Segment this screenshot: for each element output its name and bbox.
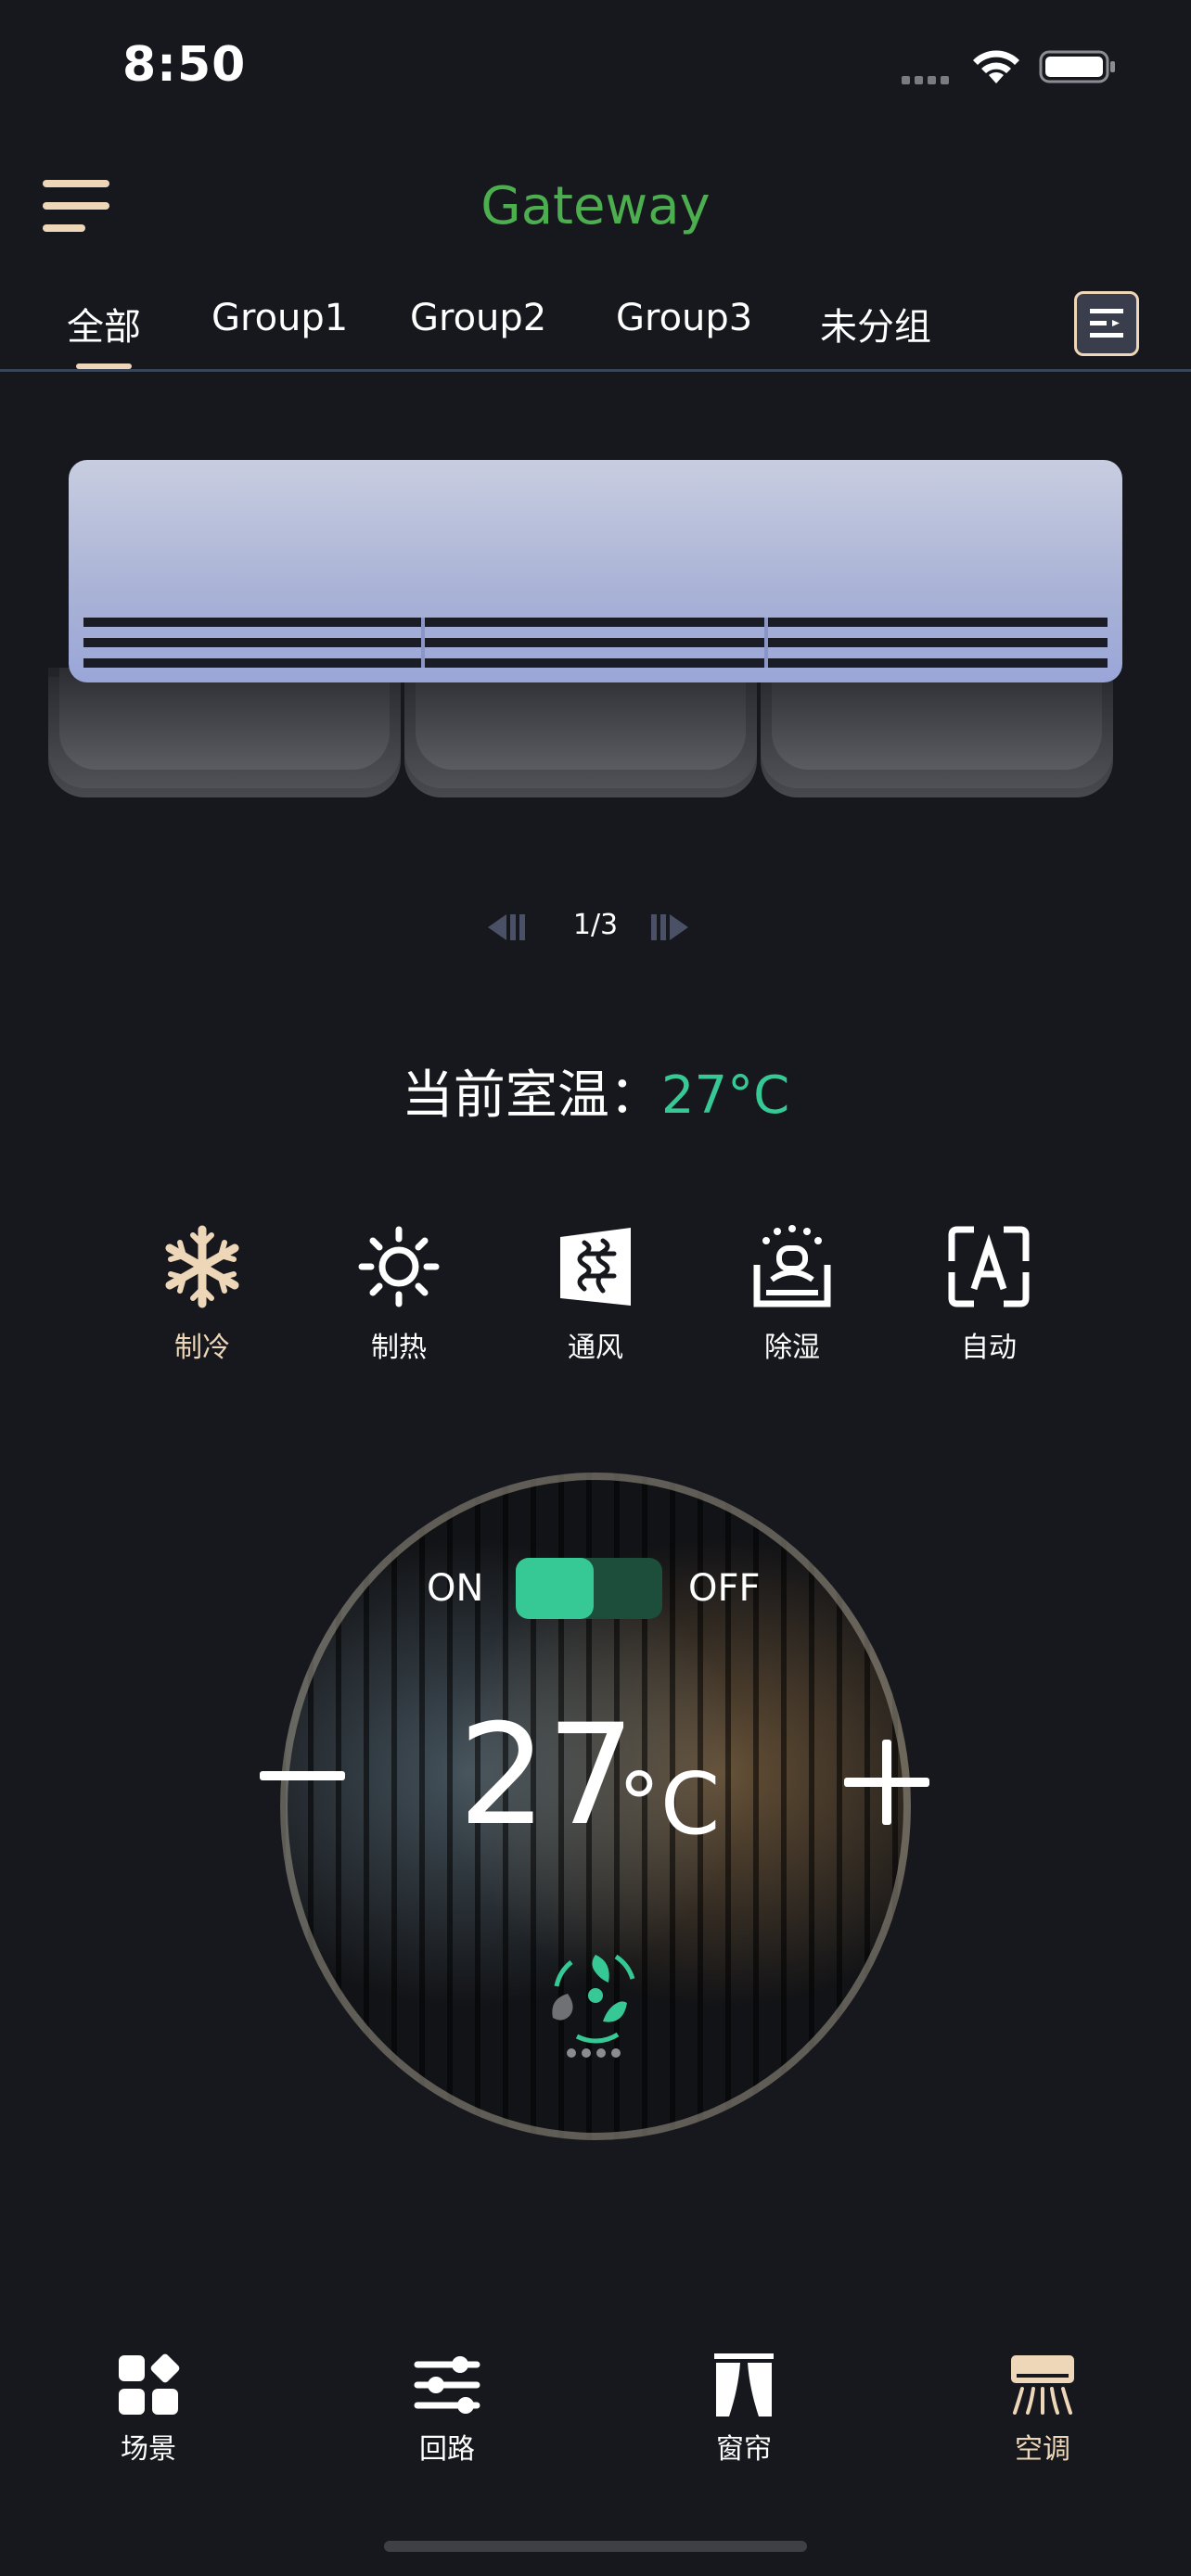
circuit-icon — [414, 2356, 480, 2414]
mode-dry[interactable]: 除湿 — [727, 1224, 857, 1365]
air-conditioner-icon — [1011, 2355, 1074, 2415]
ac-airflow-left — [48, 668, 401, 807]
scene-icon — [119, 2353, 180, 2415]
status-time: 8:50 — [122, 37, 247, 93]
mode-auto-label: 自动 — [961, 1332, 1017, 1364]
dehumidify-icon — [753, 1225, 831, 1307]
battery-icon — [1039, 50, 1115, 83]
wifi-icon — [973, 50, 1019, 83]
home-indicator[interactable] — [384, 2541, 807, 2552]
tab-all[interactable]: 全部 — [67, 297, 141, 369]
next-page-button[interactable] — [649, 911, 705, 944]
mode-dry-label: 除湿 — [764, 1332, 820, 1364]
nav-curtain-label: 窗帘 — [716, 2433, 772, 2466]
room-temp-value: 27°C — [660, 1065, 790, 1126]
mode-cool-label: 制冷 — [174, 1332, 230, 1364]
sun-icon — [358, 1226, 440, 1307]
mode-fan[interactable]: 通风 — [531, 1224, 660, 1365]
tab-group1[interactable]: Group1 — [211, 297, 348, 339]
nav-circuit-label: 回路 — [419, 2433, 475, 2466]
nav-scene-label: 场景 — [121, 2433, 176, 2466]
ac-airflow-right — [761, 668, 1113, 807]
power-on-label: ON — [427, 1567, 484, 1610]
room-temp-label: 当前室温： — [401, 1065, 661, 1126]
power-off-label: OFF — [688, 1567, 761, 1610]
mode-heat-label: 制热 — [371, 1332, 427, 1364]
group-sort-button[interactable] — [1074, 291, 1139, 356]
mode-fan-label: 通风 — [568, 1332, 623, 1364]
nav-air-conditioner[interactable]: 空调 — [978, 2352, 1108, 2467]
page-indicator: 1/3 — [572, 909, 619, 941]
page-title: Gateway — [480, 176, 711, 236]
group-tabs: 全部 Group1 Group2 Group3 未分组 — [0, 284, 1191, 369]
mode-auto[interactable]: 自动 — [924, 1224, 1054, 1365]
temperature-unit: °C — [618, 1754, 721, 1854]
mode-cool[interactable]: 制冷 — [137, 1224, 267, 1365]
cellular-signal-icon — [902, 70, 959, 84]
tab-ungrouped[interactable]: 未分组 — [820, 297, 931, 351]
ac-airflow-middle — [404, 668, 757, 807]
fan-speed-icon[interactable] — [540, 1942, 651, 2062]
nav-scene[interactable]: 场景 — [83, 2352, 213, 2467]
decrease-temperature-button[interactable] — [260, 1771, 345, 1780]
snowflake-icon — [165, 1225, 239, 1308]
tab-group2[interactable]: Group2 — [410, 297, 546, 339]
increase-temperature-button[interactable] — [844, 1740, 929, 1825]
curtain-icon — [714, 2353, 774, 2417]
nav-circuit[interactable]: 回路 — [382, 2352, 512, 2467]
power-toggle[interactable] — [516, 1558, 662, 1619]
air-conditioner-illustration — [69, 460, 1122, 682]
tab-divider — [0, 369, 1191, 372]
mode-heat[interactable]: 制热 — [334, 1224, 464, 1365]
list-sort-icon — [1090, 309, 1123, 338]
current-room-temperature: 当前室温：27°C — [0, 1053, 1191, 1129]
nav-air-conditioner-label: 空调 — [1015, 2433, 1070, 2466]
nav-curtain[interactable]: 窗帘 — [679, 2352, 809, 2467]
auto-icon — [948, 1226, 1030, 1307]
tab-group3[interactable]: Group3 — [616, 297, 752, 339]
set-temperature: 27 — [458, 1695, 635, 1856]
ventilation-icon — [560, 1228, 631, 1306]
